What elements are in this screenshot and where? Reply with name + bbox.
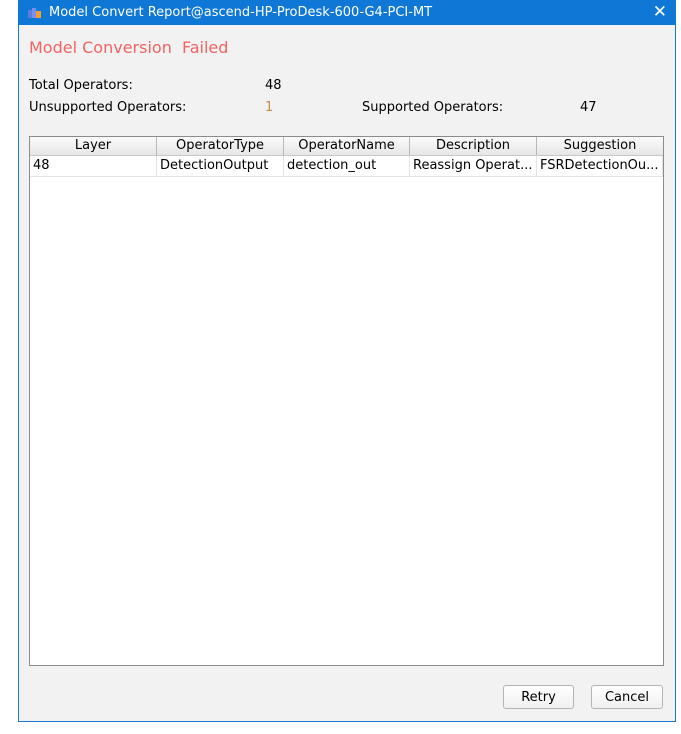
- column-header-layer[interactable]: Layer: [30, 137, 157, 155]
- total-operators-value: 48: [265, 78, 282, 93]
- retry-button[interactable]: Retry: [503, 685, 574, 709]
- cancel-button[interactable]: Cancel: [591, 685, 663, 709]
- report-window: Model Convert Report@ascend-HP-ProDesk-6…: [18, 0, 676, 722]
- unsupported-operators-label: Unsupported Operators:: [29, 100, 187, 115]
- unsupported-operators-value: 1: [265, 100, 274, 115]
- title-bar[interactable]: Model Convert Report@ascend-HP-ProDesk-6…: [19, 0, 675, 25]
- cell-operator-type: DetectionOutput: [157, 156, 284, 176]
- table-header: Layer OperatorType OperatorName Descript…: [30, 137, 663, 156]
- supported-operators-label: Supported Operators:: [362, 100, 504, 115]
- column-header-operator-name[interactable]: OperatorName: [284, 137, 410, 155]
- window-title: Model Convert Report@ascend-HP-ProDesk-6…: [49, 5, 433, 20]
- status-heading: Model Conversion Failed: [29, 38, 229, 57]
- total-operators-label: Total Operators:: [29, 78, 133, 93]
- cell-description: Reassign Operat...: [410, 156, 537, 176]
- table-row[interactable]: 48 DetectionOutput detection_out Reassig…: [30, 156, 663, 177]
- column-header-suggestion[interactable]: Suggestion: [537, 137, 663, 155]
- cell-suggestion: FSRDetectionOu...: [537, 156, 663, 176]
- cell-operator-name: detection_out: [284, 156, 410, 176]
- column-header-description[interactable]: Description: [410, 137, 537, 155]
- cell-layer: 48: [30, 156, 157, 176]
- supported-operators-value: 47: [580, 100, 597, 115]
- column-header-operator-type[interactable]: OperatorType: [157, 137, 284, 155]
- close-icon[interactable]: ✕: [653, 2, 667, 22]
- operators-table[interactable]: Layer OperatorType OperatorName Descript…: [29, 136, 664, 666]
- app-icon: [28, 8, 41, 18]
